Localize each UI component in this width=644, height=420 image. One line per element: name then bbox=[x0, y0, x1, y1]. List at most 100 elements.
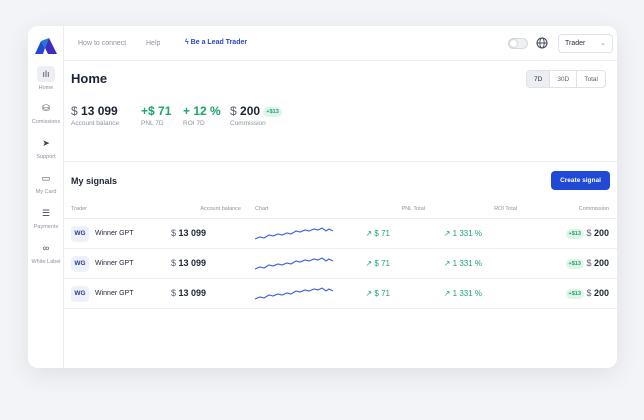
commission-label: Commission bbox=[230, 120, 266, 127]
balance-value: 13 099 bbox=[178, 228, 206, 238]
app-window: ılı Home ⛁ Comissions ➤ Support ▭ My Car… bbox=[28, 26, 617, 368]
column-header-chart: Chart bbox=[255, 206, 269, 212]
trader-initials: WG bbox=[71, 226, 89, 242]
section-title: My signals bbox=[71, 176, 118, 186]
help-link[interactable]: Help bbox=[146, 40, 160, 47]
link-icon: ∞ bbox=[42, 243, 50, 253]
sidebar-item-label: White Label bbox=[31, 259, 61, 265]
roi-total: ↗ 1 331 % bbox=[443, 289, 482, 298]
stat-commission: $ 200 +$13 Commission bbox=[230, 104, 282, 127]
account-balance: $ 13 099 bbox=[171, 288, 206, 298]
tab-30d[interactable]: 30D bbox=[550, 71, 578, 87]
balance-value: 13 099 bbox=[178, 258, 206, 268]
lightning-icon: ϟ bbox=[185, 39, 189, 46]
roi-total: ↗ 1 331 % bbox=[443, 229, 482, 238]
role-select[interactable]: Trader ⌄ bbox=[558, 34, 613, 53]
main-content: Home 7D 30D Total $ 13 099 Account balan… bbox=[64, 62, 617, 368]
commission-change-badge: +$13 bbox=[263, 106, 282, 117]
account-balance: $ 13 099 bbox=[171, 258, 206, 268]
account-balance: $ 13 099 bbox=[171, 228, 206, 238]
sidebar: ılı Home ⛁ Comissions ➤ Support ▭ My Car… bbox=[28, 26, 64, 368]
pnl-value: +$ 71 bbox=[141, 104, 172, 118]
currency-symbol: $ bbox=[170, 228, 176, 238]
currency-symbol: $ bbox=[586, 258, 592, 268]
period-tabs: 7D 30D Total bbox=[526, 70, 606, 88]
lead-trader-label: Be a Lead Trader bbox=[190, 39, 248, 46]
list-icon: ☰ bbox=[41, 207, 51, 218]
currency-symbol: $ bbox=[170, 258, 176, 268]
column-header-pnl: PNL Total bbox=[401, 206, 425, 212]
stat-pnl: +$ 71 PNL 7D bbox=[141, 104, 171, 127]
table-row[interactable]: WG Winner GPT $ 13 099 ↗ $ 71 ↗ 1 331 % +$13 … bbox=[64, 219, 617, 249]
paper-plane-icon: ➤ bbox=[42, 137, 50, 148]
top-bar: How to connect Help ϟ Be a Lead Trader T… bbox=[64, 26, 617, 61]
balance-value: 13 099 bbox=[178, 288, 206, 298]
commission: +$13 $ 200 bbox=[565, 288, 609, 299]
commission-value: 200 bbox=[593, 258, 609, 268]
sparkline-chart bbox=[255, 287, 334, 300]
pnl-total: ↗ $ 71 bbox=[365, 259, 391, 268]
commission-change-badge: +$13 bbox=[565, 288, 584, 299]
create-signal-button[interactable]: Create signal bbox=[551, 171, 610, 190]
trader-initials: WG bbox=[71, 286, 89, 302]
trader-initials: WG bbox=[71, 256, 89, 272]
chevron-down-icon: ⌄ bbox=[600, 40, 606, 47]
commission-value: 200 bbox=[240, 104, 261, 118]
sidebar-item-comissions[interactable]: ⛁ Comissions bbox=[28, 100, 64, 126]
roi-label: ROI 7D bbox=[183, 120, 205, 127]
coins-icon: ⛁ bbox=[42, 102, 50, 113]
balance-value: 13 099 bbox=[81, 104, 118, 118]
bar-chart-icon: ılı bbox=[37, 66, 55, 82]
sidebar-item-my-card[interactable]: ▭ My Card bbox=[28, 170, 64, 196]
commission-change-badge: +$13 bbox=[565, 258, 584, 269]
role-select-value: Trader bbox=[565, 40, 586, 47]
stat-roi: + 12 % ROI 7D bbox=[183, 104, 221, 127]
commission: +$13 $ 200 bbox=[565, 228, 609, 239]
trader-name[interactable]: Winner GPT bbox=[95, 230, 134, 237]
logo-icon[interactable] bbox=[35, 38, 57, 54]
tab-7d[interactable]: 7D bbox=[527, 71, 551, 87]
pnl-total: ↗ $ 71 bbox=[365, 229, 391, 238]
balance-label: Account balance bbox=[71, 120, 120, 127]
trader-name[interactable]: Winner GPT bbox=[95, 290, 134, 297]
pnl-label: PNL 7D bbox=[141, 120, 164, 127]
card-icon: ▭ bbox=[41, 172, 51, 183]
sparkline-chart bbox=[255, 227, 334, 240]
pnl-total: ↗ $ 71 bbox=[365, 289, 391, 298]
roi-total: ↗ 1 331 % bbox=[443, 259, 482, 268]
sidebar-item-label: Payments bbox=[33, 224, 59, 230]
roi-value: + 12 % bbox=[183, 104, 221, 118]
commission-change-badge: +$13 bbox=[565, 228, 584, 239]
stat-balance: $ 13 099 Account balance bbox=[71, 104, 119, 127]
sidebar-item-label: Comissions bbox=[31, 119, 61, 125]
column-header-balance: Account balance bbox=[200, 206, 241, 212]
currency-symbol: $ bbox=[230, 104, 237, 118]
trader-name[interactable]: Winner GPT bbox=[95, 260, 134, 267]
sidebar-item-home[interactable]: ılı Home bbox=[28, 66, 64, 91]
tab-total[interactable]: Total bbox=[577, 71, 605, 87]
commission-value: 200 bbox=[593, 228, 609, 238]
globe-icon[interactable] bbox=[536, 37, 548, 49]
divider bbox=[64, 161, 617, 162]
table-row[interactable]: WG Winner GPT $ 13 099 ↗ $ 71 ↗ 1 331 % +$13 … bbox=[64, 279, 617, 309]
sidebar-item-payments[interactable]: ☰ Payments bbox=[28, 205, 64, 231]
column-header-trader: Trader bbox=[71, 206, 87, 212]
column-header-roi: ROI Total bbox=[494, 206, 517, 212]
sidebar-item-white-label[interactable]: ∞ White Label bbox=[28, 240, 64, 265]
sidebar-item-label: Home bbox=[38, 85, 54, 91]
theme-toggle[interactable] bbox=[508, 38, 528, 49]
commission-value: 200 bbox=[593, 288, 609, 298]
sidebar-item-label: Support bbox=[36, 154, 56, 160]
lead-trader-link[interactable]: ϟ Be a Lead Trader bbox=[185, 39, 247, 46]
commission: +$13 $ 200 bbox=[565, 258, 609, 269]
sidebar-item-label: My Card bbox=[35, 189, 57, 195]
column-header-commission: Commission bbox=[578, 206, 609, 212]
currency-symbol: $ bbox=[170, 288, 176, 298]
currency-symbol: $ bbox=[586, 228, 592, 238]
table-row[interactable]: WG Winner GPT $ 13 099 ↗ $ 71 ↗ 1 331 % +$13 … bbox=[64, 249, 617, 279]
sidebar-item-support[interactable]: ➤ Support bbox=[28, 135, 64, 161]
how-to-connect-link[interactable]: How to connect bbox=[78, 40, 126, 47]
currency-symbol: $ bbox=[586, 288, 592, 298]
sparkline-chart bbox=[255, 257, 334, 270]
currency-symbol: $ bbox=[71, 104, 78, 118]
